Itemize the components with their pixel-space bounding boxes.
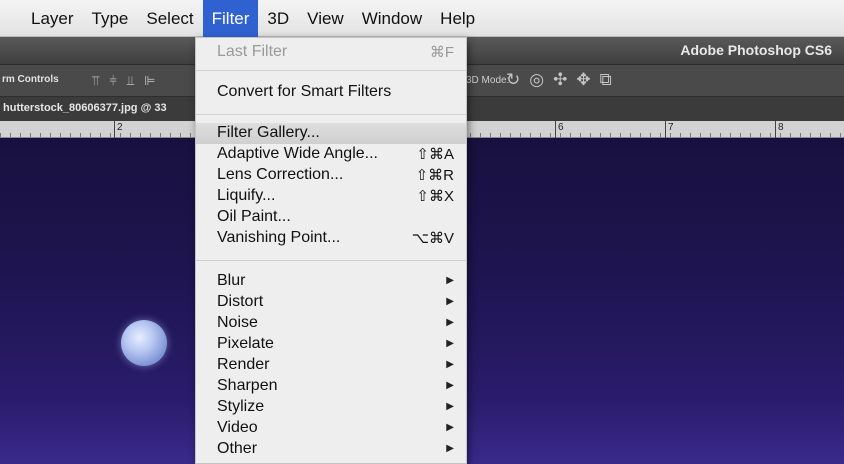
menu-bar: Layer Type Select Filter 3D View Window …	[0, 0, 844, 37]
menu-item-shortcut: ⌥⌘V	[411, 230, 454, 247]
menu-item-label: Video	[217, 419, 258, 436]
menu-view[interactable]: View	[298, 0, 353, 37]
menu-item-render[interactable]: Render ▶	[196, 355, 466, 376]
menu-item-label: Sharpen	[217, 377, 278, 394]
align-icons: ⫪ ⫩ ⫫ ⊫	[92, 73, 155, 89]
menu-filter[interactable]: Filter	[202, 0, 259, 37]
ruler-major-tick	[665, 121, 666, 138]
menu-help[interactable]: Help	[431, 0, 484, 37]
menu-item-sharpen[interactable]: Sharpen ▶	[196, 376, 466, 397]
menu-item-adaptive-wide-angle[interactable]: Adaptive Wide Angle... ⇧⌘A	[196, 144, 466, 165]
menu-select[interactable]: Select	[137, 0, 202, 37]
menu-item-pixelate[interactable]: Pixelate ▶	[196, 334, 466, 355]
ruler-number: 6	[558, 122, 564, 133]
menu-item-filter-gallery[interactable]: Filter Gallery...	[196, 123, 466, 144]
orbit-icon[interactable]: ↻	[506, 70, 520, 90]
menu-3d[interactable]: 3D	[258, 0, 298, 37]
menu-item-blur[interactable]: Blur ▶	[196, 271, 466, 292]
menu-item-label: Render	[217, 356, 270, 373]
submenu-arrow-icon: ▶	[446, 380, 454, 391]
submenu-arrow-icon: ▶	[446, 422, 454, 433]
menu-item-convert-smart-filters[interactable]: Convert for Smart Filters	[196, 82, 466, 103]
menu-item-stylize[interactable]: Stylize ▶	[196, 397, 466, 418]
menu-item-label: Oil Paint...	[217, 208, 291, 225]
menu-item-label: Vanishing Point...	[217, 229, 341, 246]
submenu-arrow-icon: ▶	[446, 317, 454, 328]
menu-item-distort[interactable]: Distort ▶	[196, 292, 466, 313]
ruler-number: 2	[117, 122, 123, 133]
menu-item-lens-correction[interactable]: Lens Correction... ⇧⌘R	[196, 165, 466, 186]
menu-item-oil-paint[interactable]: Oil Paint...	[196, 207, 466, 228]
menu-item-label: Stylize	[217, 398, 265, 415]
menu-type[interactable]: Type	[83, 0, 138, 37]
roll-icon[interactable]: ◎	[529, 70, 544, 90]
menu-item-shortcut: ⇧⌘X	[416, 188, 454, 205]
menu-item-label: Other	[217, 440, 258, 457]
menu-item-shortcut: ⌘F	[429, 44, 454, 61]
ruler-number: 7	[668, 122, 674, 133]
menu-item-label: Distort	[217, 293, 264, 310]
ruler-number: 8	[778, 122, 784, 133]
align-top-icon[interactable]: ⫪	[92, 73, 99, 89]
3d-mode-icons: ↻ ◎ ✣ ✥ ⧉	[506, 70, 612, 90]
submenu-arrow-icon: ▶	[446, 401, 454, 412]
menu-item-label: Lens Correction...	[217, 166, 344, 183]
menu-item-label: Filter Gallery...	[217, 124, 320, 141]
align-vcenter-icon[interactable]: ⫩	[109, 73, 116, 89]
menu-item-label: Noise	[217, 314, 258, 331]
ruler-major-tick	[775, 121, 776, 138]
submenu-arrow-icon: ▶	[446, 443, 454, 454]
menu-item-noise[interactable]: Noise ▶	[196, 313, 466, 334]
menu-separator	[196, 70, 466, 71]
submenu-arrow-icon: ▶	[446, 359, 454, 370]
menu-item-other[interactable]: Other ▶	[196, 439, 466, 460]
transform-controls-label[interactable]: rm Controls	[2, 74, 59, 85]
document-name: hutterstock_80606377.jpg @ 33	[3, 102, 167, 114]
align-bottom-icon[interactable]: ⫫	[127, 73, 134, 89]
menu-item-label: Adaptive Wide Angle...	[217, 145, 378, 162]
menu-layer[interactable]: Layer	[22, 0, 83, 37]
filter-menu: Last Filter ⌘F Convert for Smart Filters…	[195, 37, 467, 464]
menu-window[interactable]: Window	[353, 0, 431, 37]
menu-item-video[interactable]: Video ▶	[196, 418, 466, 439]
submenu-arrow-icon: ▶	[446, 275, 454, 286]
menu-item-label: Last Filter	[217, 43, 288, 60]
slide-icon[interactable]: ✥	[576, 70, 590, 90]
ruler-major-tick	[555, 121, 556, 138]
app-title: Adobe Photoshop CS6	[680, 42, 832, 58]
menu-item-label: Blur	[217, 272, 246, 289]
menu-item-last-filter: Last Filter ⌘F	[196, 42, 466, 63]
scale-icon[interactable]: ⧉	[600, 70, 612, 90]
submenu-arrow-icon: ▶	[446, 338, 454, 349]
menu-item-label: Convert for Smart Filters	[217, 83, 392, 100]
3d-mode-label: 3D Mode:	[466, 75, 510, 86]
menu-item-shortcut: ⇧⌘A	[416, 146, 454, 163]
menu-separator	[196, 114, 466, 115]
submenu-arrow-icon: ▶	[446, 296, 454, 307]
menu-item-vanishing-point[interactable]: Vanishing Point... ⌥⌘V	[196, 228, 466, 249]
menu-item-shortcut: ⇧⌘R	[415, 167, 454, 184]
moon-image	[121, 320, 167, 366]
align-left-icon[interactable]: ⊫	[144, 73, 155, 89]
ruler-major-tick	[114, 121, 115, 138]
menu-item-liquify[interactable]: Liquify... ⇧⌘X	[196, 186, 466, 207]
pan-icon[interactable]: ✣	[553, 70, 567, 90]
menu-item-label: Pixelate	[217, 335, 274, 352]
menu-item-label: Liquify...	[217, 187, 276, 204]
menu-separator	[196, 260, 466, 261]
